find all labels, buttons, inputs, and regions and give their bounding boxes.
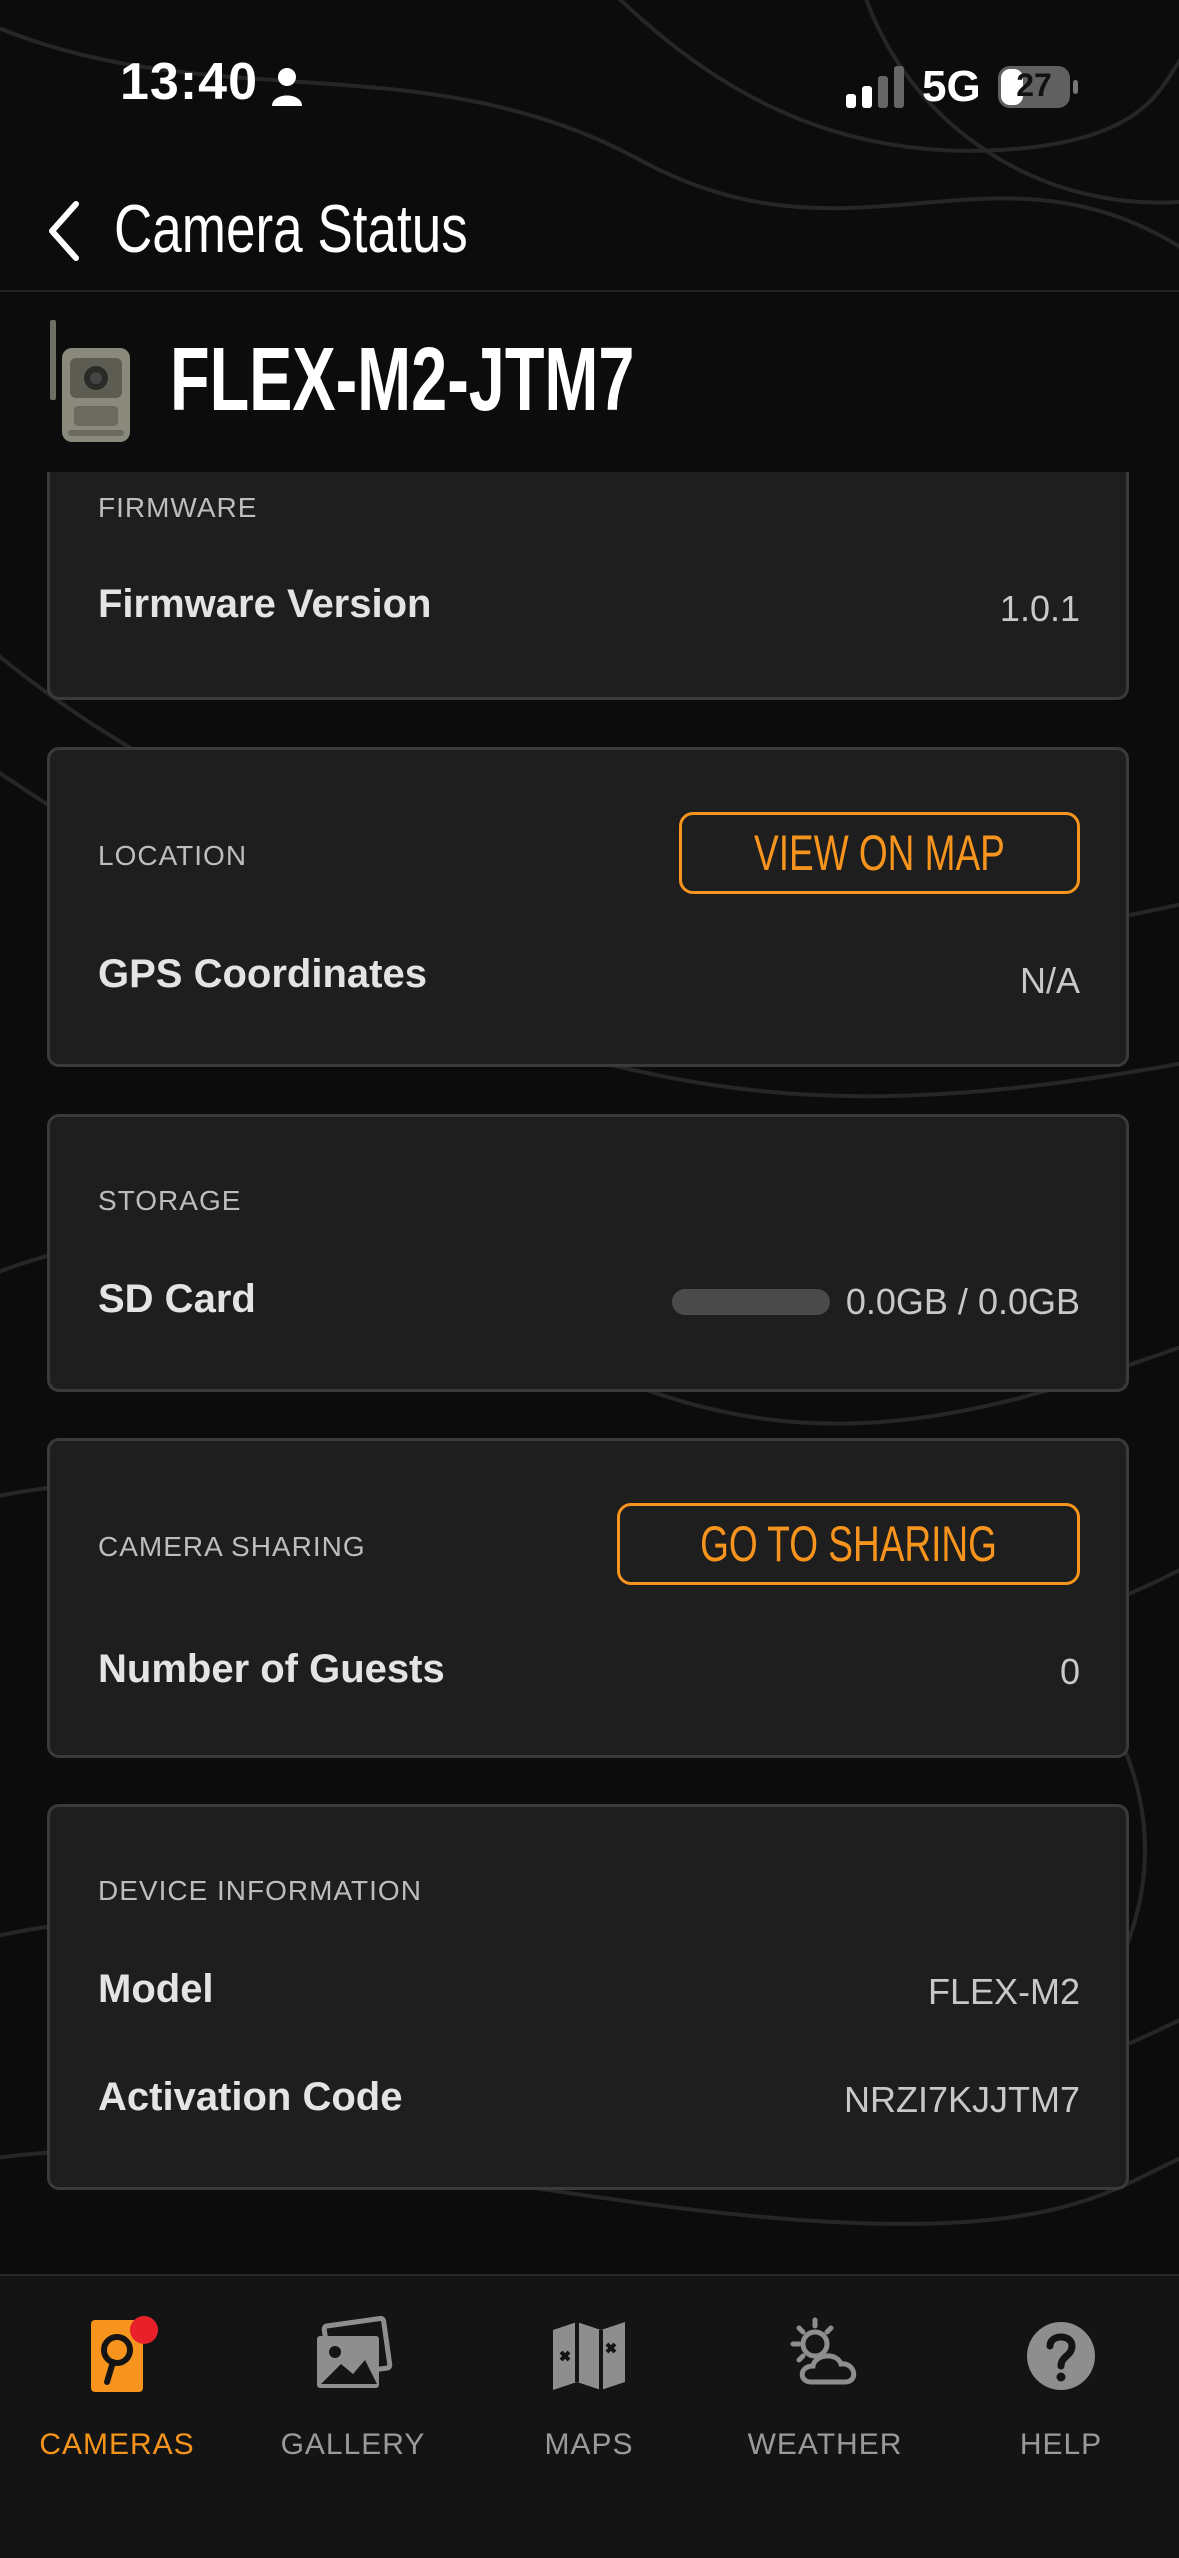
nav-label: GALLERY xyxy=(280,2428,426,2461)
gps-coordinates-label: GPS Coordinates xyxy=(98,952,427,996)
number-of-guests-label: Number of Guests xyxy=(98,1647,445,1691)
nav-label: CAMERAS xyxy=(39,2428,195,2461)
nav-help[interactable]: HELP xyxy=(946,2316,1176,2466)
bottom-navigation: CAMERAS GALLERY MAPS WEATHER HELP xyxy=(0,2274,1179,2558)
activation-code-label: Activation Code xyxy=(98,2075,403,2119)
sd-card-label: SD Card xyxy=(98,1277,256,1321)
nav-weather[interactable]: WEATHER xyxy=(710,2316,940,2466)
sharing-section-label: CAMERA SHARING xyxy=(98,1531,366,1562)
cellular-signal-icon xyxy=(846,66,904,108)
page-title: Camera Status xyxy=(114,191,468,267)
help-icon xyxy=(1027,2322,1095,2390)
firmware-version-label: Firmware Version xyxy=(98,582,432,626)
device-name: FLEX-M2-JTM7 xyxy=(170,330,635,430)
gallery-icon xyxy=(317,2316,393,2388)
device-bar: FLEX-M2-JTM7 xyxy=(0,292,1179,472)
nav-label: HELP xyxy=(1019,2428,1103,2461)
activation-code-value: NRZI7KJJTM7 xyxy=(843,2079,1080,2120)
map-icon xyxy=(553,2322,625,2390)
nav-maps[interactable]: MAPS xyxy=(474,2316,704,2466)
storage-card: STORAGE SD Card 0.0GB / 0.0GB xyxy=(47,1114,1129,1392)
view-on-map-button[interactable]: VIEW ON MAP xyxy=(679,812,1080,894)
trail-camera-icon xyxy=(50,320,130,442)
clock: 13:40 xyxy=(120,53,258,111)
device-information-card: DEVICE INFORMATION Model FLEX-M2 Activat… xyxy=(47,1804,1129,2190)
status-bar: 13:40 5G 27 xyxy=(0,0,1179,170)
nav-label: MAPS xyxy=(544,2428,634,2461)
go-to-sharing-button[interactable]: GO TO SHARING xyxy=(616,1503,1080,1585)
gps-coordinates-value: N/A xyxy=(1019,960,1080,1001)
battery-level: 27 xyxy=(1016,67,1052,103)
network-type: 5G xyxy=(922,62,981,111)
page-header: Camera Status xyxy=(0,170,1179,292)
nav-label: WEATHER xyxy=(747,2428,903,2461)
location-card: LOCATION VIEW ON MAP GPS Coordinates N/A xyxy=(47,747,1129,1067)
firmware-card: FIRMWARE Firmware Version 1.0.1 xyxy=(47,472,1129,700)
person-icon xyxy=(272,68,302,106)
device-info-section-label: DEVICE INFORMATION xyxy=(98,1875,422,1906)
back-chevron-icon[interactable] xyxy=(42,198,86,264)
sd-card-usage-bar xyxy=(672,1289,830,1315)
nav-gallery[interactable]: GALLERY xyxy=(238,2316,468,2466)
weather-icon xyxy=(790,2317,857,2385)
firmware-version-value: 1.0.1 xyxy=(999,588,1080,629)
notification-badge xyxy=(130,2316,158,2344)
model-value: FLEX-M2 xyxy=(927,1971,1080,2012)
battery-icon: 27 xyxy=(998,66,1078,108)
number-of-guests-value: 0 xyxy=(1059,1651,1080,1692)
camera-sharing-card: CAMERA SHARING GO TO SHARING Number of G… xyxy=(47,1438,1129,1758)
sd-card-value: 0.0GB / 0.0GB xyxy=(845,1281,1080,1322)
nav-cameras[interactable]: CAMERAS xyxy=(2,2316,232,2466)
location-section-label: LOCATION xyxy=(98,840,248,871)
model-label: Model xyxy=(98,1967,214,2011)
firmware-section-label: FIRMWARE xyxy=(98,492,258,523)
storage-section-label: STORAGE xyxy=(98,1185,242,1216)
